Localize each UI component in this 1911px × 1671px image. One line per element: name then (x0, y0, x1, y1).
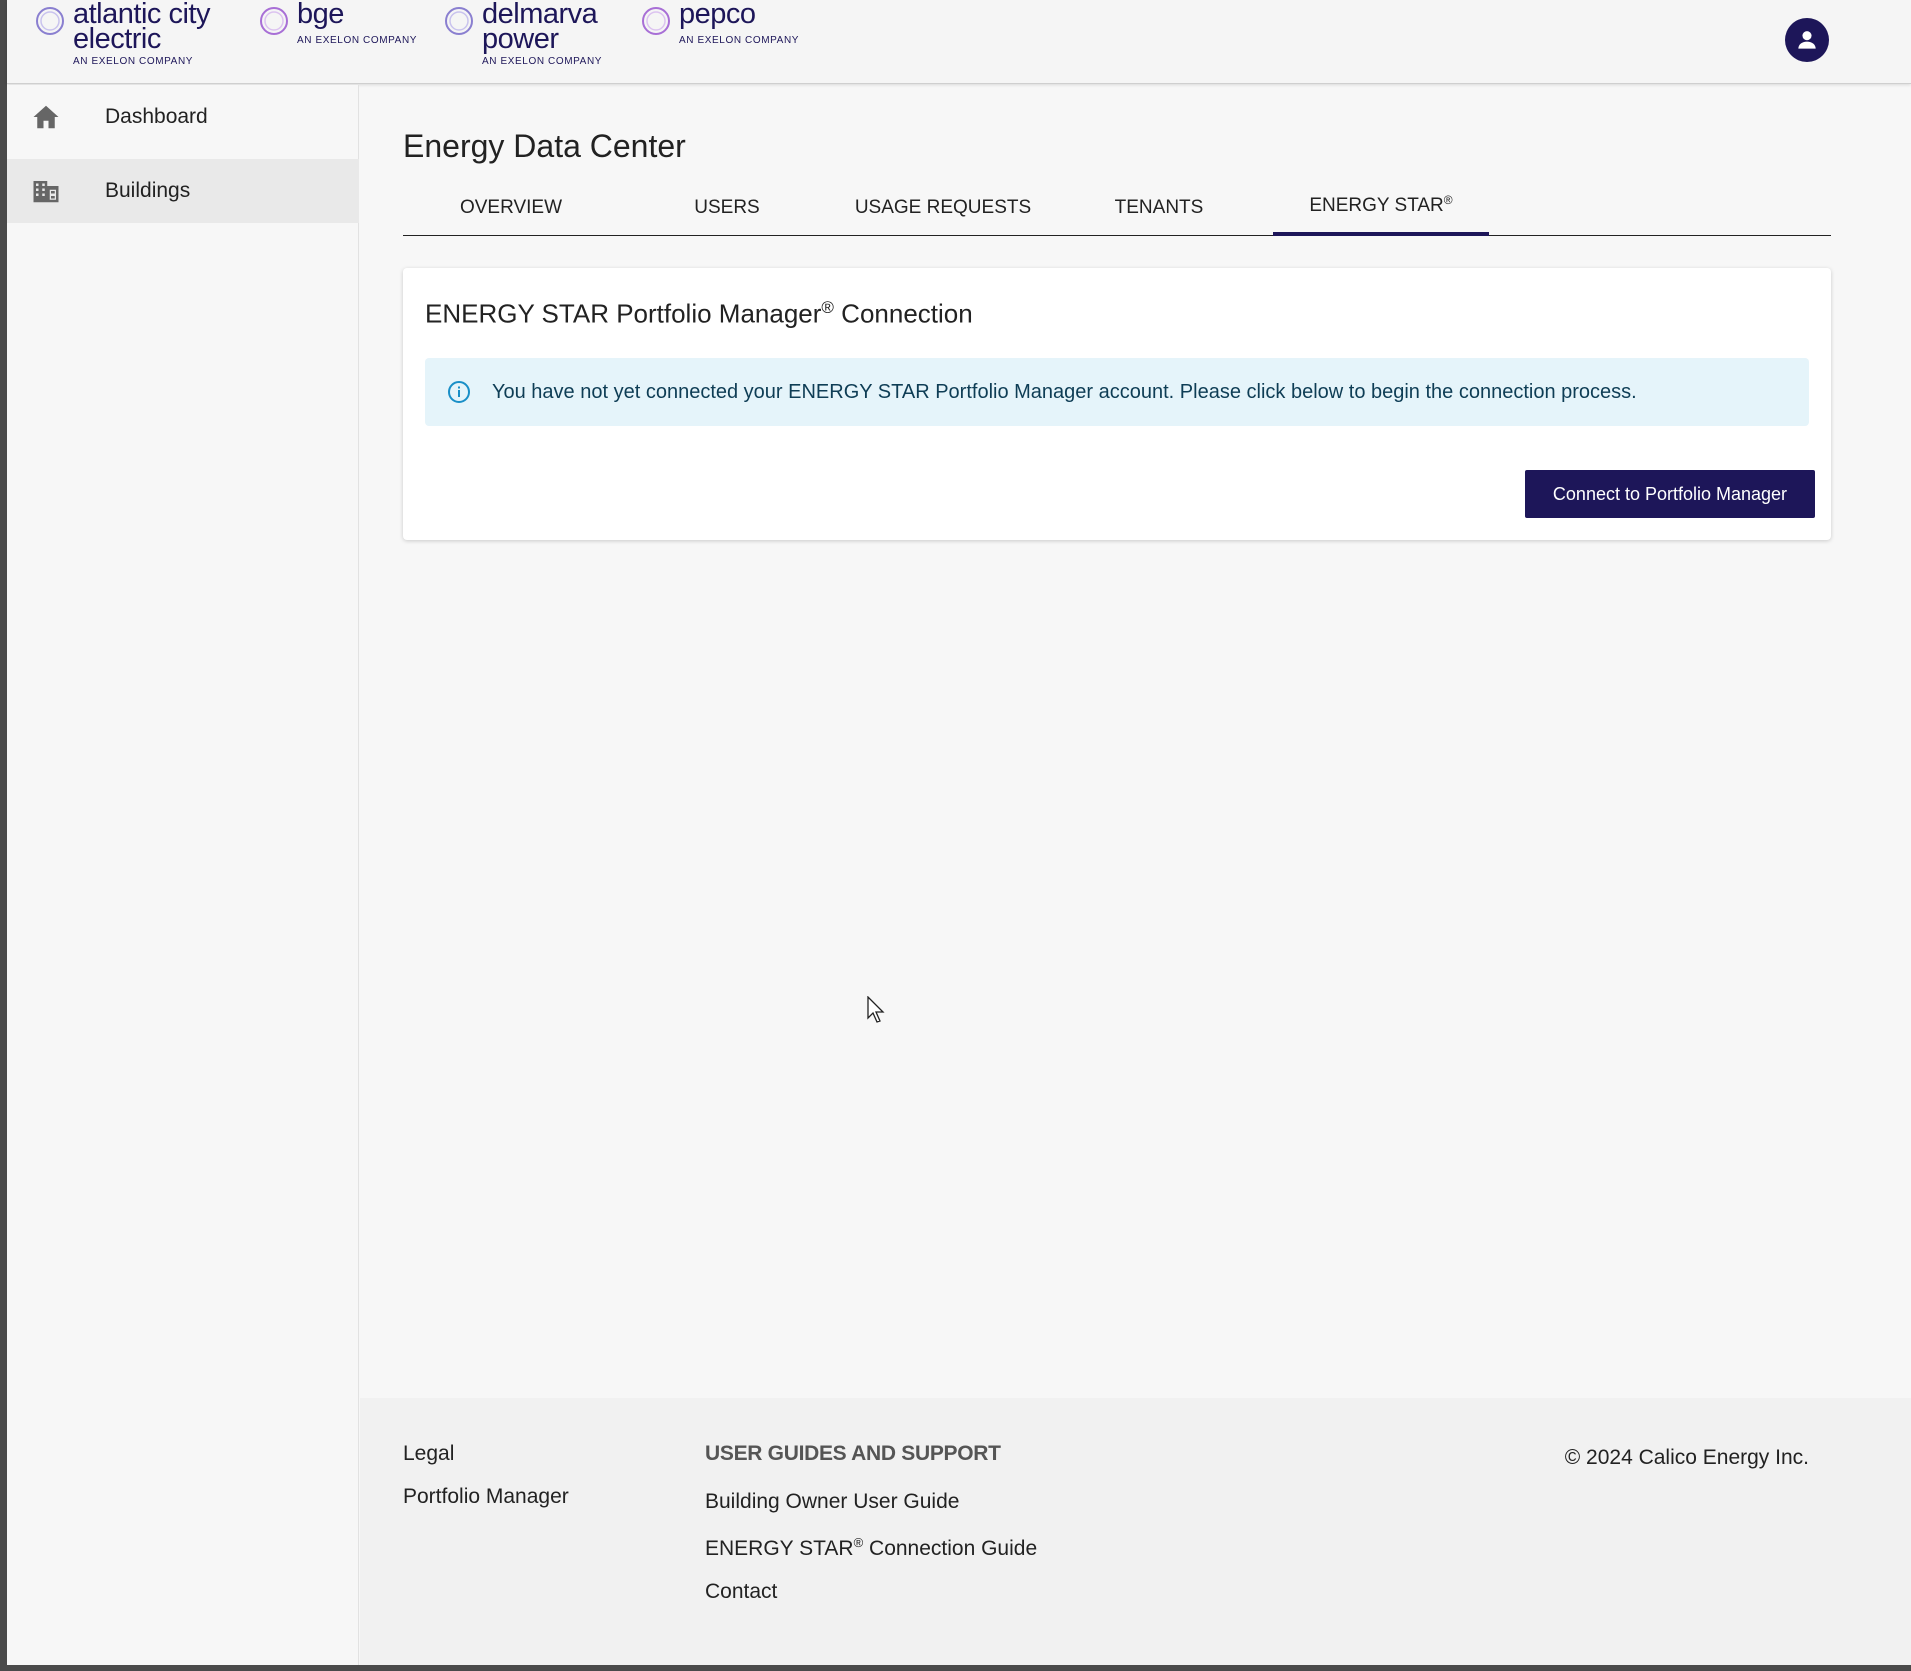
info-alert: You have not yet connected your ENERGY S… (425, 358, 1809, 426)
footer-link-building-owner-guide[interactable]: Building Owner User Guide (705, 1490, 959, 1514)
sidebar-item-buildings[interactable]: Buildings (7, 159, 359, 223)
footer-link-contact[interactable]: Contact (705, 1580, 777, 1604)
user-menu-button[interactable] (1785, 18, 1829, 62)
footer-guides-heading: USER GUIDES AND SUPPORT (705, 1442, 1001, 1465)
brand-delmarva-power[interactable]: delmarva power AN EXELON COMPANY (442, 0, 603, 68)
brand-name: pepco (679, 0, 756, 30)
footer-link-portfolio-manager[interactable]: Portfolio Manager (403, 1485, 569, 1509)
sidebar: Dashboard Buildings (7, 85, 359, 1665)
sidebar-item-label: Dashboard (105, 105, 208, 128)
footer-link-suffix: Connection Guide (863, 1537, 1038, 1560)
home-icon (33, 105, 59, 129)
footer-link-text: ENERGY STAR (705, 1537, 854, 1560)
registered-mark: ® (853, 1535, 864, 1550)
exelon-ring-icon (36, 7, 64, 35)
brand-name-line2: electric (73, 23, 161, 55)
brand-atlantic-city-electric[interactable]: atlantic city electric AN EXELON COMPANY (33, 0, 210, 68)
info-icon (448, 381, 470, 403)
portfolio-manager-card: ENERGY STAR Portfolio Manager® Connectio… (403, 268, 1831, 540)
tab-label: USAGE REQUESTS (854, 197, 1032, 218)
card-title-text: ENERGY STAR Portfolio Manager (425, 298, 822, 329)
exelon-ring-icon (642, 7, 670, 35)
registered-mark: ® (821, 298, 834, 317)
building-icon (33, 181, 59, 203)
copyright-text: © 2024 Calico Energy Inc. (1564, 1446, 1809, 1469)
top-header: atlantic city electric AN EXELON COMPANY… (7, 0, 1911, 84)
brand-bge[interactable]: bge AN EXELON COMPANY (257, 0, 418, 47)
exelon-ring-icon (260, 7, 288, 35)
sidebar-item-dashboard[interactable]: Dashboard (7, 85, 359, 149)
tab-tenants[interactable]: TENANTS (1051, 180, 1267, 236)
tab-label: USERS (694, 197, 760, 218)
footer: Legal Portfolio Manager USER GUIDES AND … (360, 1398, 1911, 1665)
sidebar-item-label: Buildings (105, 179, 191, 202)
account-circle-icon (1798, 31, 1816, 49)
tab-usage-requests[interactable]: USAGE REQUESTS (835, 180, 1051, 236)
card-title-suffix: Connection (833, 298, 973, 329)
brand-pepco[interactable]: pepco AN EXELON COMPANY (639, 0, 800, 47)
brand-name-line2: power (482, 23, 559, 55)
footer-link-energy-star-guide[interactable]: ENERGY STAR® Connection Guide (705, 1535, 1037, 1561)
brand-subtitle: AN EXELON COMPANY (679, 35, 800, 46)
alert-message: You have not yet connected your ENERGY S… (492, 380, 1637, 403)
connect-portfolio-manager-button[interactable]: Connect to Portfolio Manager (1525, 470, 1815, 518)
registered-mark: ® (1443, 193, 1453, 207)
footer-link-legal[interactable]: Legal (403, 1442, 454, 1466)
card-title: ENERGY STAR Portfolio Manager® Connectio… (425, 298, 973, 330)
tab-label: TENANTS (1114, 197, 1204, 218)
tab-label: OVERVIEW (459, 197, 563, 218)
exelon-ring-icon (445, 7, 473, 35)
tab-users[interactable]: USERS (619, 180, 835, 236)
tab-energy-star[interactable]: ENERGY STAR ® (1273, 180, 1489, 236)
page-title: Energy Data Center (403, 128, 686, 164)
brand-subtitle: AN EXELON COMPANY (297, 35, 418, 46)
tab-overview[interactable]: OVERVIEW (403, 180, 619, 236)
tab-bar: OVERVIEW USERS USAGE REQUESTS TENANTS EN… (403, 180, 1831, 236)
brand-subtitle: AN EXELON COMPANY (482, 56, 603, 67)
app-window: atlantic city electric AN EXELON COMPANY… (7, 0, 1911, 1665)
brand-subtitle: AN EXELON COMPANY (73, 56, 194, 67)
mouse-cursor-icon (867, 996, 885, 1023)
tab-label: ENERGY STAR (1309, 195, 1444, 216)
brand-name: bge (297, 0, 344, 30)
